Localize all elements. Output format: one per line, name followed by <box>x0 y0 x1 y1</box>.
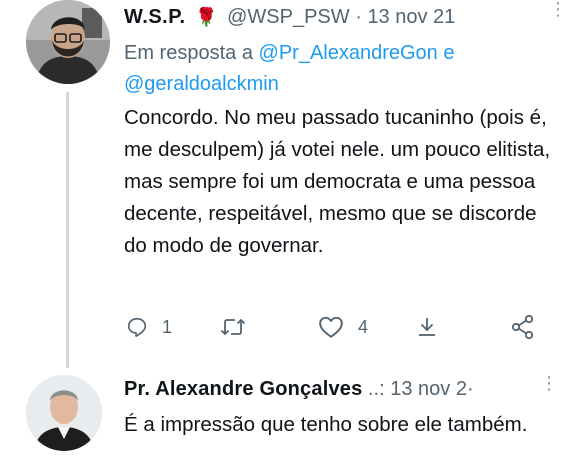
tweet-header: W.S.P. 🌹 @WSP_PSW · 13 nov 21 <box>124 6 455 29</box>
share-network-icon <box>511 314 534 340</box>
tweet-text: Concordo. No meu passado tucaninho (pois… <box>124 106 551 257</box>
author-handle[interactable]: ..: <box>368 378 385 400</box>
share-download-icon <box>419 318 435 336</box>
reply-prefix: Em resposta a <box>124 42 253 64</box>
tweet-date[interactable]: 13 nov 21 <box>367 6 455 28</box>
more-share-button[interactable] <box>510 312 536 342</box>
author-name[interactable]: W.S.P. <box>124 6 186 28</box>
reply-context: Em resposta a @Pr_AlexandreGon e @gerald… <box>124 38 544 100</box>
author-avatar[interactable] <box>26 0 110 84</box>
share-button[interactable] <box>416 312 438 342</box>
conjunction: e <box>443 42 455 64</box>
more-options-icon[interactable]: ⋮ <box>540 374 558 392</box>
avatar-photo <box>26 0 110 84</box>
reply-button[interactable]: 1 <box>126 312 172 342</box>
author-name[interactable]: Pr. Alexandre Gonçalves <box>124 378 362 400</box>
mention-link[interactable]: @geraldoalckmin <box>124 73 279 95</box>
retweet-button[interactable] <box>220 312 260 342</box>
retweet-icon <box>220 318 246 336</box>
rose-icon: 🌹 <box>195 7 218 27</box>
like-button[interactable]: 4 <box>318 312 368 342</box>
reply-count: 1 <box>162 316 173 337</box>
more-options-icon[interactable]: ⋮ <box>549 0 567 18</box>
heart-icon <box>319 316 343 338</box>
tweet-date[interactable]: 13 nov 2· <box>390 378 473 400</box>
thread-connector-line <box>66 92 69 368</box>
like-count: 4 <box>358 316 369 337</box>
reply-icon <box>127 317 147 337</box>
tweet-text: É a impressão que tenho sobre ele também… <box>124 413 528 436</box>
tweet-actions: 1 4 <box>124 312 554 342</box>
separator: · <box>355 6 362 28</box>
mention-link[interactable]: @Pr_AlexandreGon <box>259 42 438 64</box>
author-avatar[interactable] <box>26 375 102 451</box>
avatar-photo <box>26 375 102 451</box>
tweet-header: Pr. Alexandre Gonçalves ..: 13 nov 2· <box>124 378 474 401</box>
author-handle[interactable]: @WSP_PSW <box>227 6 350 28</box>
